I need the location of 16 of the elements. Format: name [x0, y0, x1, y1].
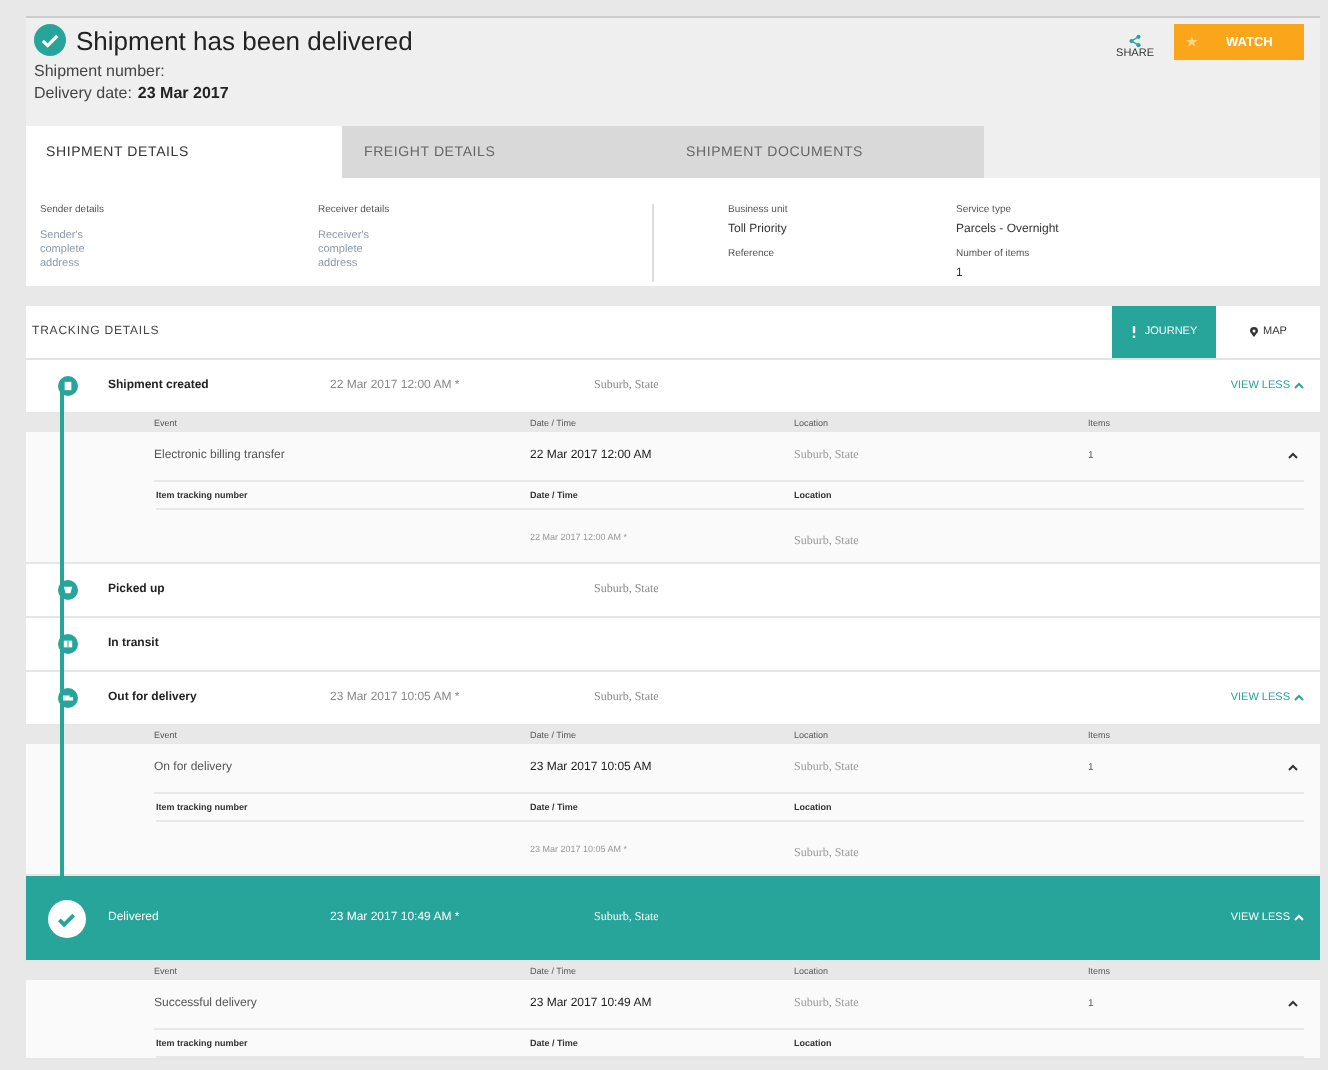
delivery-date-label: Delivery date: [34, 82, 132, 104]
chevron-up-icon [1294, 914, 1304, 922]
caret-icon[interactable] [1288, 764, 1298, 772]
shipment-number-label: Shipment number: [34, 60, 167, 82]
map-pin-icon [1249, 326, 1258, 338]
chevron-up-icon [1294, 694, 1304, 702]
caret-icon[interactable] [1288, 1000, 1298, 1008]
chevron-up-icon [1294, 382, 1304, 390]
page-title: Shipment has been delivered [76, 25, 413, 55]
box-icon [57, 580, 77, 600]
clipboard-icon [57, 376, 77, 396]
check-circle-icon [34, 24, 66, 56]
share-icon [1128, 34, 1143, 48]
check-icon [48, 899, 86, 937]
caret-icon[interactable] [1288, 452, 1298, 460]
delivery-date: 23 Mar 2017 [137, 82, 229, 104]
